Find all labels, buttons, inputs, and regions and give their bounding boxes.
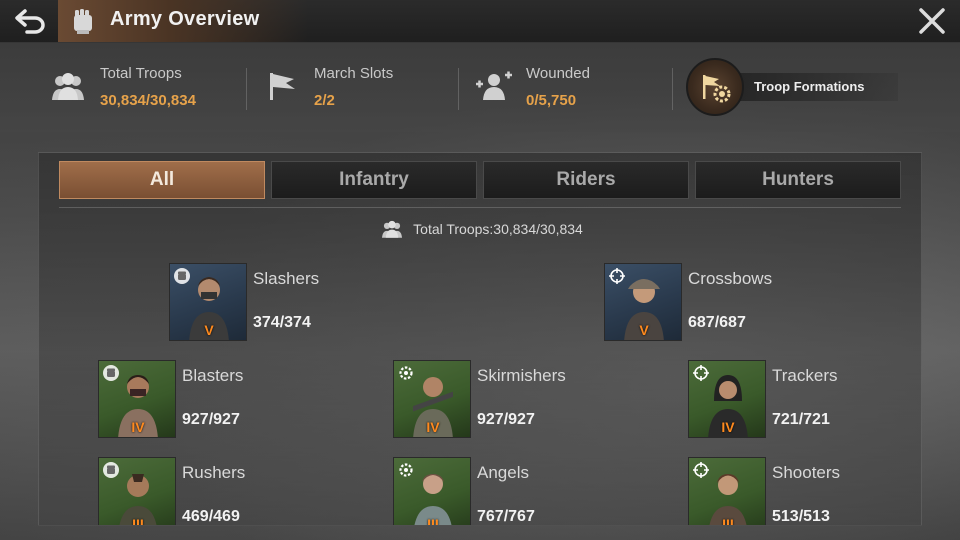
divider [672, 68, 673, 110]
total-troops-line: Total Troops:30,834/30,834 [39, 219, 921, 239]
stat-value: 2/2 [314, 92, 335, 109]
tier-label: IV [131, 419, 145, 435]
stat-value: 30,834/30,834 [100, 92, 196, 109]
tier-label: V [204, 322, 214, 338]
total-troops-text: Total Troops:30,834/30,834 [413, 221, 583, 237]
troop-card-angels[interactable]: III Angels 767/767 [393, 457, 593, 526]
wounded-icon [476, 71, 512, 100]
troop-portrait: III [98, 457, 176, 526]
troop-name: Shooters [772, 463, 841, 482]
troop-portrait: III [688, 457, 766, 526]
back-button[interactable] [8, 4, 52, 38]
tab-riders[interactable]: Riders [483, 161, 689, 199]
troop-count: 927/927 [477, 411, 535, 428]
troops-icon [52, 73, 84, 100]
troop-card-crossbows[interactable]: V Crossbows 687/687 [604, 263, 804, 343]
troop-formations-button[interactable]: Troop Formations [686, 58, 898, 116]
stat-label: Wounded [526, 65, 590, 82]
troops-icon [382, 220, 403, 238]
troop-count: 469/469 [182, 508, 240, 525]
divider [59, 207, 901, 208]
top-bar: Army Overview [0, 0, 960, 43]
troop-name: Rushers [182, 463, 246, 482]
troop-portrait: V [604, 263, 682, 341]
troop-portrait: V [169, 263, 247, 341]
divider [246, 68, 247, 110]
tab-hunters[interactable]: Hunters [695, 161, 901, 199]
stat-value: 0/5,750 [526, 92, 577, 109]
troop-portrait: IV [393, 360, 471, 438]
troop-card-trackers[interactable]: IV Trackers 721/721 [688, 360, 888, 440]
troop-count: 721/721 [772, 411, 830, 428]
stat-label: Total Troops [100, 65, 182, 82]
tier-label: III [427, 516, 439, 526]
troop-card-rushers[interactable]: III Rushers 469/469 [98, 457, 298, 526]
troop-count: 687/687 [688, 314, 746, 331]
troop-count: 767/767 [477, 508, 535, 525]
army-fist-icon [68, 6, 98, 36]
tier-label: V [639, 322, 649, 338]
troop-name: Skirmishers [477, 366, 566, 385]
category-tabs: All Infantry Riders Hunters [59, 161, 901, 201]
troop-name: Blasters [182, 366, 244, 385]
troop-card-blasters[interactable]: IV Blasters 927/927 [98, 360, 298, 440]
troop-count: 513/513 [772, 508, 830, 525]
troop-formations-label: Troop Formations [754, 79, 865, 94]
troop-portrait: III [393, 457, 471, 526]
troop-name: Slashers [253, 269, 320, 288]
stat-label: March Slots [314, 65, 394, 82]
troop-name: Crossbows [688, 269, 773, 288]
troop-name: Angels [477, 463, 529, 482]
tier-label: III [722, 516, 734, 526]
back-arrow-icon [15, 9, 45, 34]
troop-count: 927/927 [182, 411, 240, 428]
troop-card-slashers[interactable]: V Slashers 374/374 [169, 263, 369, 343]
troop-card-shooters[interactable]: III Shooters 513/513 [688, 457, 888, 526]
divider [458, 68, 459, 110]
close-icon [919, 8, 945, 34]
troop-portrait: IV [98, 360, 176, 438]
troop-name: Trackers [772, 366, 838, 385]
troop-count: 374/374 [253, 314, 311, 331]
close-button[interactable] [914, 4, 950, 38]
tab-infantry[interactable]: Infantry [271, 161, 477, 199]
troop-card-skirmishers[interactable]: IV Skirmishers 927/927 [393, 360, 593, 440]
troop-panel: All Infantry Riders Hunters Total Troops… [38, 152, 922, 526]
flag-icon [270, 73, 295, 100]
formation-gear-icon [686, 58, 744, 116]
tier-label: III [132, 516, 144, 526]
tier-label: IV [426, 419, 440, 435]
page-title: Army Overview [110, 8, 260, 30]
tier-label: IV [721, 419, 735, 435]
tab-all[interactable]: All [59, 161, 265, 199]
troop-portrait: IV [688, 360, 766, 438]
